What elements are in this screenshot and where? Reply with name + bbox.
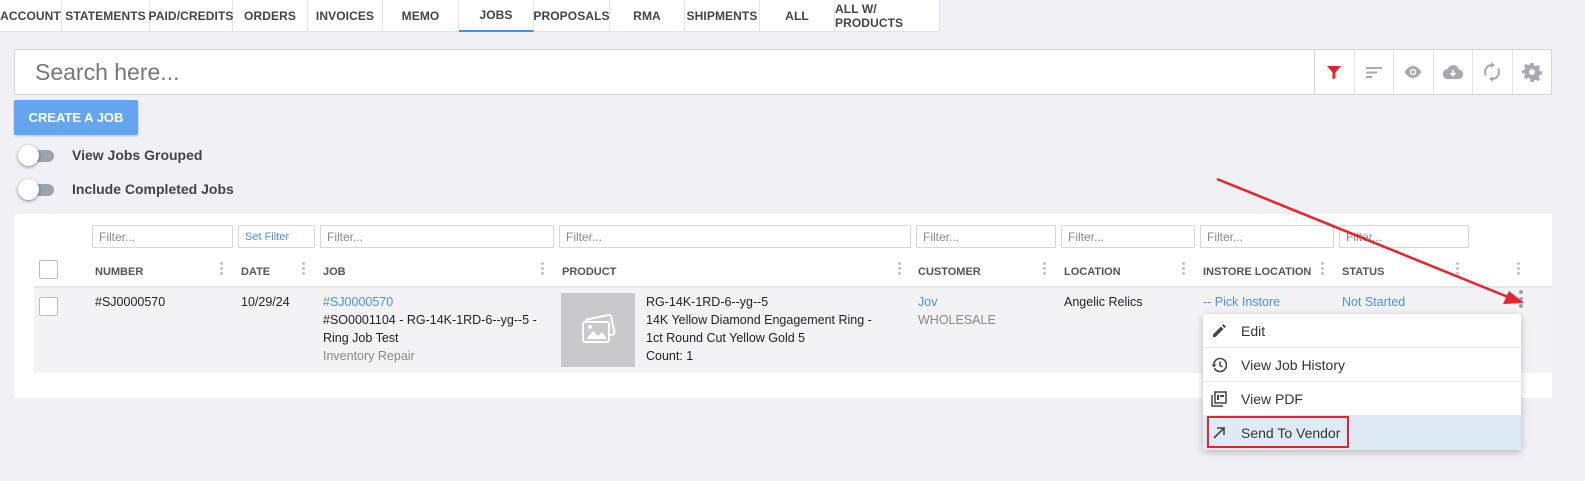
job-type: Inventory Repair xyxy=(323,349,415,363)
product-filter-input[interactable]: Filter... xyxy=(559,225,911,248)
product-count: Count: 1 xyxy=(646,349,694,363)
tab-orders[interactable]: ORDERS xyxy=(233,0,308,32)
grid-toolbar xyxy=(1314,49,1552,95)
job-description-line: #SO0001104 - RG-14K-1RD-6--yg--5 - xyxy=(323,313,537,327)
job-date: 10/29/24 xyxy=(241,295,290,309)
include-completed-toggle[interactable] xyxy=(18,179,54,200)
menu-item-label: View PDF xyxy=(1241,390,1303,407)
column-menu-icon[interactable] xyxy=(302,262,306,280)
product-description-line: 1ct Round Cut Yellow Gold 5 xyxy=(646,331,806,345)
product-sku: RG-14K-1RD-6--yg--5 xyxy=(646,295,769,309)
pdf-icon xyxy=(1211,390,1227,407)
history-icon xyxy=(1211,357,1227,373)
filter-icon[interactable] xyxy=(1315,50,1355,94)
column-menu-icon[interactable] xyxy=(1182,262,1186,280)
date-set-filter[interactable]: Set Filter xyxy=(238,225,315,248)
menu-item-view-job-history[interactable]: View Job History xyxy=(1203,348,1521,382)
tab-proposals[interactable]: PROPOSALS xyxy=(533,0,610,32)
column-header-location[interactable]: LOCATION xyxy=(1064,266,1121,278)
sort-icon[interactable] xyxy=(1355,50,1394,94)
menu-item-label: Edit xyxy=(1241,322,1266,339)
tab-memo[interactable]: MEMO xyxy=(383,0,459,32)
column-header-date[interactable]: DATE xyxy=(241,266,270,278)
column-header-product[interactable]: PRODUCT xyxy=(562,266,616,278)
tab-rma[interactable]: RMA xyxy=(610,0,685,32)
eye-icon[interactable] xyxy=(1394,50,1434,94)
customer-filter-input[interactable]: Filter... xyxy=(916,225,1056,248)
product-description-line: 14K Yellow Diamond Engagement Ring - xyxy=(646,313,872,327)
cloud-download-icon[interactable] xyxy=(1434,50,1473,94)
tab-shipments[interactable]: SHIPMENTS xyxy=(685,0,760,32)
product-thumbnail[interactable] xyxy=(561,293,635,367)
column-header-job[interactable]: JOB xyxy=(323,266,346,278)
product-cell: RG-14K-1RD-6--yg--5 14K Yellow Diamond E… xyxy=(646,293,906,365)
tab-invoices[interactable]: INVOICES xyxy=(308,0,383,32)
customer-cell: Jov WHOLESALE xyxy=(918,293,996,329)
column-menu-icon[interactable] xyxy=(541,262,545,280)
job-link[interactable]: #SJ0000570 xyxy=(323,293,548,311)
customer-type: WHOLESALE xyxy=(918,313,996,327)
job-description-line: Ring Job Test xyxy=(323,331,399,345)
image-placeholder-icon xyxy=(582,314,616,343)
include-completed-label: Include Completed Jobs xyxy=(72,181,234,197)
instore-filter-input[interactable]: Filter... xyxy=(1200,225,1334,248)
customer-link[interactable]: Jov xyxy=(918,293,996,311)
tab-all[interactable]: ALL xyxy=(760,0,835,32)
highlight-box xyxy=(1207,416,1349,448)
job-filter-input[interactable]: Filter... xyxy=(320,225,554,248)
column-menu-icon[interactable] xyxy=(1043,262,1047,280)
select-all-checkbox[interactable] xyxy=(39,260,58,279)
search-input[interactable]: Search here... xyxy=(14,49,1318,95)
status-link[interactable]: Not Started xyxy=(1342,293,1405,311)
number-filter-input[interactable]: Filter... xyxy=(92,225,233,248)
location-cell: Angelic Relics xyxy=(1064,295,1143,309)
tab-paid-credits[interactable]: PAID/CREDITS xyxy=(149,0,233,32)
view-jobs-grouped-label: View Jobs Grouped xyxy=(72,147,203,163)
row-actions-icon[interactable] xyxy=(1519,290,1523,312)
include-completed-toggle-row: Include Completed Jobs xyxy=(18,179,234,200)
location-filter-input[interactable]: Filter... xyxy=(1061,225,1195,248)
column-header-instore-location[interactable]: INSTORE LOCATION xyxy=(1203,266,1311,278)
status-filter-input[interactable]: Filter... xyxy=(1339,225,1469,248)
pick-instore-link[interactable]: -- Pick Instore xyxy=(1203,293,1280,311)
column-header-number[interactable]: NUMBER xyxy=(95,266,143,278)
job-cell: #SJ0000570 #SO0001104 - RG-14K-1RD-6--yg… xyxy=(323,293,548,365)
view-jobs-grouped-toggle[interactable] xyxy=(18,145,54,166)
row-checkbox[interactable] xyxy=(39,297,58,316)
menu-item-label: View Job History xyxy=(1241,356,1346,373)
tab-statements[interactable]: STATEMENTS xyxy=(62,0,150,32)
pencil-icon xyxy=(1211,323,1227,339)
refresh-icon[interactable] xyxy=(1473,50,1513,94)
tab-account[interactable]: ACCOUNT xyxy=(0,0,62,32)
menu-item-view-pdf[interactable]: View PDF xyxy=(1203,382,1521,416)
gear-icon[interactable] xyxy=(1513,50,1552,94)
tab-all-with-products[interactable]: ALL W/ PRODUCTS xyxy=(835,0,940,32)
create-job-button[interactable]: CREATE A JOB xyxy=(14,100,138,135)
column-menu-icon[interactable] xyxy=(1456,262,1460,280)
menu-item-edit[interactable]: Edit xyxy=(1203,314,1521,348)
job-number: #SJ0000570 xyxy=(95,295,166,309)
top-tabs: ACCOUNT STATEMENTS PAID/CREDITS ORDERS I… xyxy=(0,0,940,32)
tab-jobs[interactable]: JOBS xyxy=(459,0,534,32)
column-header-customer[interactable]: CUSTOMER xyxy=(918,266,981,278)
column-menu-icon[interactable] xyxy=(898,262,902,280)
column-menu-icon[interactable] xyxy=(1321,262,1325,280)
view-jobs-grouped-toggle-row: View Jobs Grouped xyxy=(18,145,203,166)
column-menu-icon[interactable] xyxy=(220,262,224,280)
column-header-status[interactable]: STATUS xyxy=(1342,266,1384,278)
column-menu-icon[interactable] xyxy=(1517,262,1521,280)
